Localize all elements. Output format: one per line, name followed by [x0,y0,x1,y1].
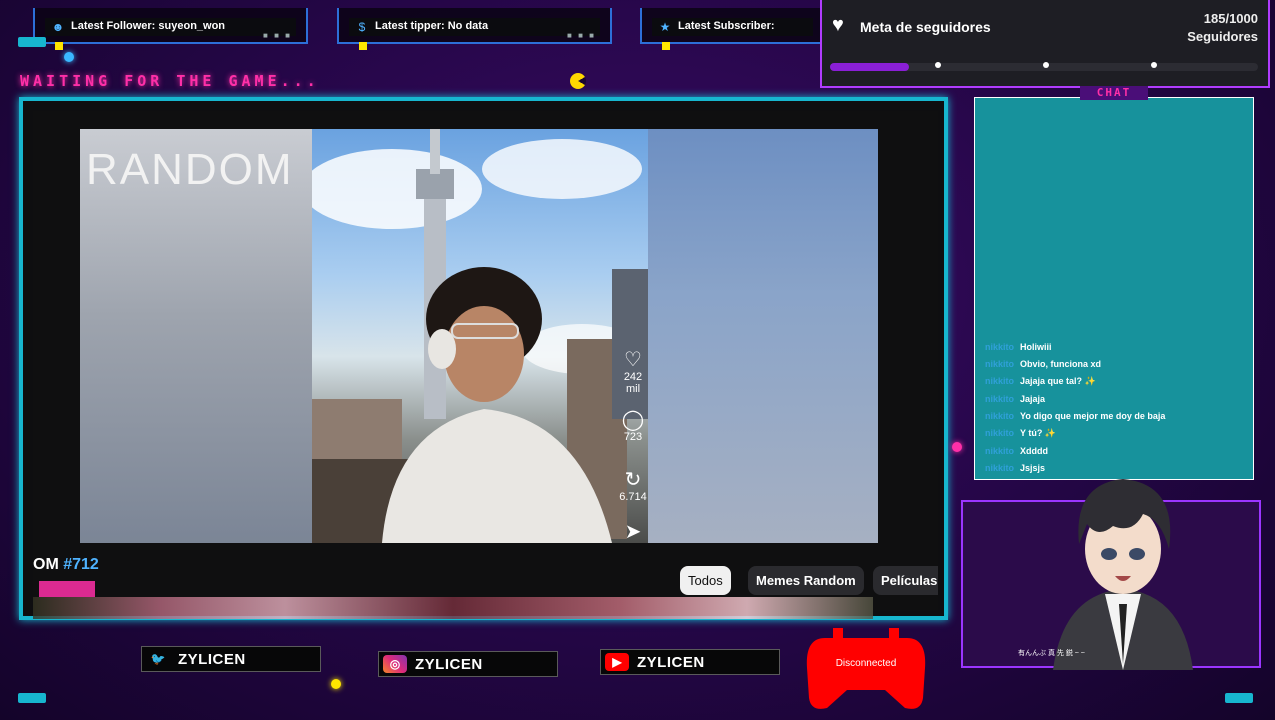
remix-icon: ↻ [624,469,642,491]
goal-progress-fill [830,63,910,71]
star-icon: ★ [659,20,671,34]
heart-icon: ♡ [624,349,642,371]
share-button[interactable]: ↻ 6.714 [618,469,648,503]
ticker-marker [662,42,670,50]
chat-message: nikkito Holiwiii [985,342,1052,352]
heart-icon: ♥ [832,14,844,36]
goal-title: Meta de seguidores [860,19,991,35]
waiting-banner: WAITING FOR THE GAME... [20,72,320,90]
comment-button[interactable]: ◯ 723 [618,409,648,443]
youtube-icon: ▶ [605,653,629,671]
sparkle-icon [952,442,962,452]
chat-message: nikkito Jsjsjs [985,463,1046,473]
video-player[interactable]: ♡ 242 mil ◯ 723 ↻ 6.714 ➤ [312,129,648,543]
chat-message: nikkito Obvio, funciona xd [985,359,1102,369]
twitter-link[interactable]: 🐦 ZYLICEN [141,646,321,672]
vtuber-avatar-frame: 有んんぶ 真 先 鋭 ~ ~ [961,479,1261,670]
goal-count: 185/1000 Seguidores [1187,11,1258,44]
stream-overlay: ☻ Latest Follower: suyeon_won ■ ■ ■ $ La… [0,0,1275,720]
dollar-icon: $ [358,20,366,34]
avatar-caption: 有んんぶ 真 先 鋭 ~ ~ [1018,650,1085,657]
instagram-icon: ◎ [383,655,407,673]
video-scene [312,129,648,543]
user-icon: ☻ [51,20,65,34]
latest-tipper-ticker: $ Latest tipper: No data ■ ■ ■ [337,8,612,50]
chat-message: nikkito Xdddd [985,446,1049,456]
chip-memes-random[interactable]: Memes Random [748,566,864,595]
goal-tick [935,62,941,68]
latest-subscriber-ticker: ★ Latest Subscriber: [640,8,825,50]
goal-tick [1043,62,1049,68]
chat-message: nikkito Y tú? ✨ [985,428,1057,438]
corner-decoration [18,37,46,47]
twitter-icon: 🐦 [150,652,166,666]
sparkle-icon [64,52,74,62]
latest-tipper-text: Latest tipper: No data [375,20,489,32]
chat-message: nikkito Yo digo que mejor me doy de baja [985,411,1166,421]
comment-icon: ◯ [621,409,645,431]
chat-message: nikkito Jajaja que tal? ✨ [985,376,1096,386]
main-screen-frame: RANDOM ♡ 242 mil ◯ 723 ↻ 6.714 ➤ OM #712… [19,97,948,620]
controller-status: Disconnected [805,628,927,712]
prev-video-panel[interactable]: RANDOM [80,129,312,543]
latest-follower-text: Latest Follower: suyeon_won [71,20,226,32]
like-button[interactable]: ♡ 242 mil [618,349,648,395]
send-icon: ➤ [624,521,642,543]
corner-decoration [1225,693,1253,703]
thumbnail-strip[interactable] [33,597,873,619]
next-video-panel[interactable] [648,129,878,543]
instagram-link[interactable]: ◎ ZYLICEN [378,651,558,677]
controller-status-text: Disconnected [835,658,897,669]
ticker-marker [359,42,367,50]
chip-peliculas[interactable]: Películas e [873,566,938,595]
pacman-icon [570,73,586,89]
random-title: RANDOM [86,145,294,194]
corner-decoration [18,693,46,703]
chat-message: nikkito Jajaja [985,394,1046,404]
latest-subscriber-text: Latest Subscriber: [678,20,775,32]
latest-follower-ticker: ☻ Latest Follower: suyeon_won ■ ■ ■ [33,8,308,50]
ticker-marker [55,42,63,50]
chip-todos[interactable]: Todos [680,566,731,595]
chat-title: CHAT [1080,86,1148,100]
follower-goal-widget: ♥ Meta de seguidores 185/1000 Seguidores [820,0,1270,88]
gamepad-icon [806,628,926,709]
sparkle-icon [331,679,341,689]
space-invader-icon [39,581,95,597]
goal-tick [1151,62,1157,68]
send-button[interactable]: ➤ [618,521,648,543]
vtuber-avatar [1053,479,1193,670]
video-browser-capture: RANDOM ♡ 242 mil ◯ 723 ↻ 6.714 ➤ OM #712… [33,111,938,619]
episode-label: OM #712 [33,556,99,573]
chat-panel: nikkito Holiwiii nikkito Obvio, funciona x… [974,97,1254,480]
youtube-link[interactable]: ▶ ZYLICEN [600,649,780,675]
